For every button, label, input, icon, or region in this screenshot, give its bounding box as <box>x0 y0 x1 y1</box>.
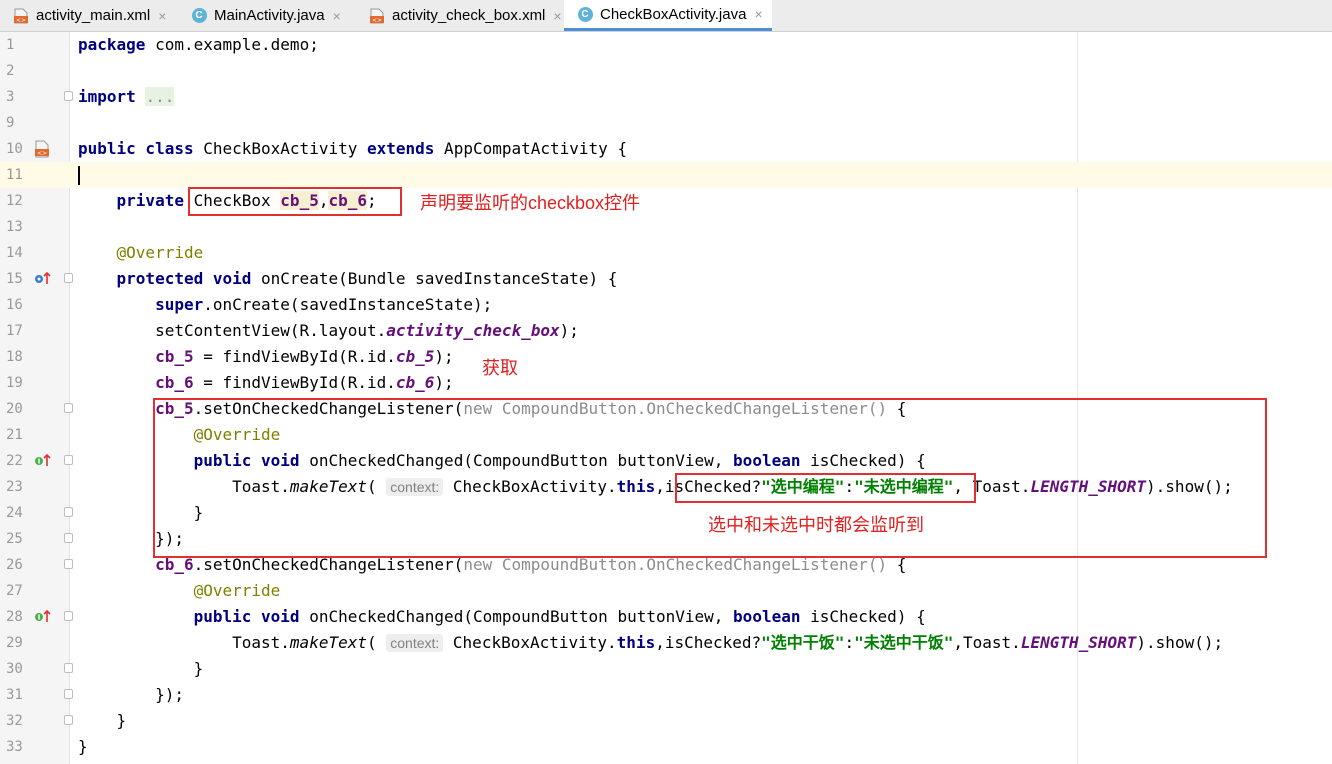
editor-tab-bar: <> activity_main.xml × C MainActivity.ja… <box>0 0 1332 32</box>
line-number: 33 <box>6 739 23 755</box>
java-class-icon: C <box>576 5 594 23</box>
fold-icon[interactable] <box>64 403 73 413</box>
line-number: 30 <box>6 661 23 677</box>
close-icon[interactable]: × <box>333 8 341 24</box>
line-number: 20 <box>6 401 23 417</box>
line-number: 21 <box>6 427 23 443</box>
line-number: 18 <box>6 349 23 365</box>
listen-note: 选中和未选中时都会监听到 <box>708 515 924 535</box>
code-line[interactable]: 28 public void onCheckedChanged(Compound… <box>0 604 1332 630</box>
tab-label: MainActivity.java <box>214 7 325 24</box>
tab-label: CheckBoxActivity.java <box>600 5 747 23</box>
code-line[interactable]: 33 } <box>0 734 1332 760</box>
line-number: 31 <box>6 687 23 703</box>
fold-icon[interactable] <box>64 715 73 725</box>
fold-icon[interactable] <box>64 663 73 673</box>
tab-activity-check-box-xml[interactable]: <> activity_check_box.xml × <box>356 0 564 31</box>
code-line[interactable]: 32 } <box>0 708 1332 734</box>
code-line[interactable]: 29 Toast.makeText( context: CheckBoxActi… <box>0 630 1332 656</box>
implement-method-icon[interactable] <box>34 608 52 628</box>
svg-text:<>: <> <box>16 17 26 24</box>
get-note: 获取 <box>482 358 518 378</box>
xml-file-icon: <> <box>12 7 30 25</box>
tab-label: activity_main.xml <box>36 7 151 24</box>
code-line[interactable]: 31 }); <box>0 682 1332 708</box>
line-number: 3 <box>6 89 15 105</box>
declare-highlight-box <box>188 187 402 216</box>
fold-expand-icon[interactable] <box>64 91 73 101</box>
code-line[interactable]: 17 setContentView(R.layout.activity_chec… <box>0 318 1332 344</box>
close-icon[interactable]: × <box>754 6 762 22</box>
line-number: 1 <box>6 37 15 53</box>
override-method-icon[interactable] <box>34 270 52 290</box>
line-number: 13 <box>6 219 23 235</box>
line-number: 15 <box>6 271 23 287</box>
code-line[interactable]: 3 import ... <box>0 84 1332 110</box>
xml-file-icon: <> <box>368 7 386 25</box>
line-number: 14 <box>6 245 23 261</box>
fold-icon[interactable] <box>64 533 73 543</box>
fold-icon[interactable] <box>64 689 73 699</box>
close-icon[interactable]: × <box>158 8 166 24</box>
tab-label: activity_check_box.xml <box>392 7 546 24</box>
layout-xml-gutter-icon[interactable]: <> <box>34 140 50 162</box>
line-number: 17 <box>6 323 23 339</box>
line-number: 9 <box>6 115 15 131</box>
line-number: 29 <box>6 635 23 651</box>
line-number: 24 <box>6 505 23 521</box>
code-line[interactable]: 15 protected void onCreate(Bundle savedI… <box>0 266 1332 292</box>
fold-icon[interactable] <box>64 559 73 569</box>
code-line[interactable]: 10 <> public class CheckBoxActivity exte… <box>0 136 1332 162</box>
code-line[interactable]: 19 cb_6 = findViewById(R.id.cb_6); <box>0 370 1332 396</box>
text-caret <box>78 166 80 185</box>
fold-icon[interactable] <box>64 507 73 517</box>
code-line[interactable]: 16 super.onCreate(savedInstanceState); <box>0 292 1332 318</box>
line-number: 27 <box>6 583 23 599</box>
implement-method-icon[interactable] <box>34 452 52 472</box>
code-line[interactable]: 9 <box>0 110 1332 136</box>
tab-main-activity-java[interactable]: C MainActivity.java × <box>178 0 356 31</box>
ternary-highlight-box <box>675 473 976 503</box>
code-line[interactable]: 18 cb_5 = findViewById(R.id.cb_5); <box>0 344 1332 370</box>
close-icon[interactable]: × <box>553 8 561 24</box>
line-number: 10 <box>6 141 23 157</box>
tab-checkbox-activity-java[interactable]: C CheckBoxActivity.java × <box>564 0 772 31</box>
line-number: 11 <box>6 167 23 183</box>
code-line[interactable]: 27 @Override <box>0 578 1332 604</box>
tab-activity-main-xml[interactable]: <> activity_main.xml × <box>0 0 178 31</box>
line-number: 16 <box>6 297 23 313</box>
line-number: 26 <box>6 557 23 573</box>
code-line-current[interactable]: 11 <box>0 162 1332 188</box>
parameter-hint: context: <box>386 634 444 652</box>
line-number: 25 <box>6 531 23 547</box>
line-number: 22 <box>6 453 23 469</box>
fold-icon[interactable] <box>64 273 73 283</box>
line-number: 23 <box>6 479 23 495</box>
line-number: 19 <box>6 375 23 391</box>
line-number: 28 <box>6 609 23 625</box>
code-line[interactable]: 13 <box>0 214 1332 240</box>
svg-text:<>: <> <box>372 17 382 24</box>
code-line[interactable]: 1 package com.example.demo; <box>0 32 1332 58</box>
code-line[interactable]: 30 } <box>0 656 1332 682</box>
code-line[interactable]: 14 @Override <box>0 240 1332 266</box>
fold-icon[interactable] <box>64 455 73 465</box>
declare-note: 声明要监听的checkbox控件 <box>420 193 641 213</box>
code-line[interactable]: 2 <box>0 58 1332 84</box>
fold-icon[interactable] <box>64 611 73 621</box>
line-number: 12 <box>6 193 23 209</box>
java-class-icon: C <box>190 7 208 25</box>
line-number: 2 <box>6 63 15 79</box>
svg-text:<>: <> <box>37 150 47 157</box>
line-number: 32 <box>6 713 23 729</box>
collapsed-imports[interactable]: ... <box>145 87 175 106</box>
